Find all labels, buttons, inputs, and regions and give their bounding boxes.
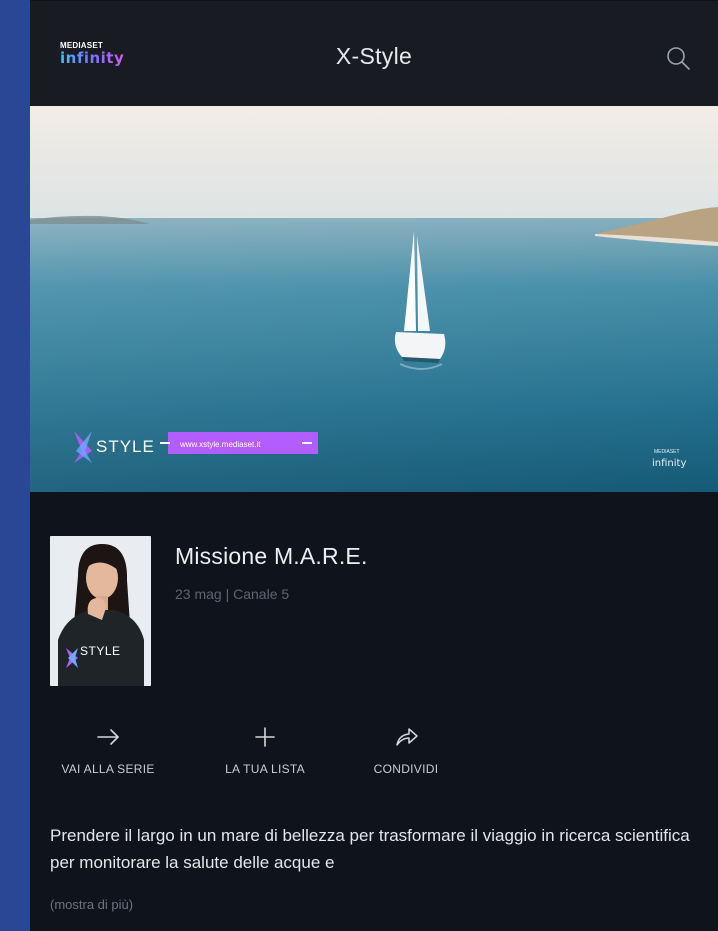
hero-overlay-url: www.xstyle.mediaset.it (179, 440, 261, 449)
page-title: X-Style (335, 43, 413, 69)
show-more-link[interactable]: (mostra di più) (50, 897, 133, 912)
app-window: MEDIASET infinity X-Style STYLE www.xsty… (30, 0, 718, 931)
share-button[interactable]: CONDIVIDI (365, 722, 447, 782)
episode-info: STYLE Missione M.A.R.E. 23 mag | Canale … (50, 536, 698, 686)
go-to-series-label: VAI ALLA SERIE (61, 762, 155, 776)
share-label: CONDIVIDI (373, 762, 439, 776)
plus-icon (255, 727, 275, 747)
share-icon (396, 728, 418, 746)
search-button[interactable] (665, 45, 691, 71)
episode-meta: 23 mag | Canale 5 (175, 586, 290, 602)
episode-description: Prendere il largo in un mare di bellezza… (50, 826, 690, 872)
go-to-series-button[interactable]: VAI ALLA SERIE (50, 722, 166, 782)
episode-thumbnail[interactable]: STYLE (50, 536, 151, 686)
hero-watermark-bottom: infinity (652, 458, 686, 469)
add-to-list-label: LA TUA LISTA (225, 762, 305, 776)
header-bar: MEDIASET infinity X-Style (30, 0, 718, 107)
add-to-list-button[interactable]: LA TUA LISTA (212, 722, 318, 782)
search-icon (667, 47, 690, 70)
hero-watermark-top: MEDIASET (654, 449, 680, 455)
episode-title: Missione M.A.R.E. (175, 543, 368, 569)
hero-overlay-logo: STYLE (96, 437, 155, 456)
thumbnail-label: STYLE (80, 644, 121, 658)
action-bar: VAI ALLA SERIE LA TUA LISTA CONDIVIDI (30, 722, 718, 792)
arrow-right-icon (97, 729, 119, 745)
hero-video-image[interactable]: STYLE www.xstyle.mediaset.it MEDIASET in… (30, 106, 718, 492)
